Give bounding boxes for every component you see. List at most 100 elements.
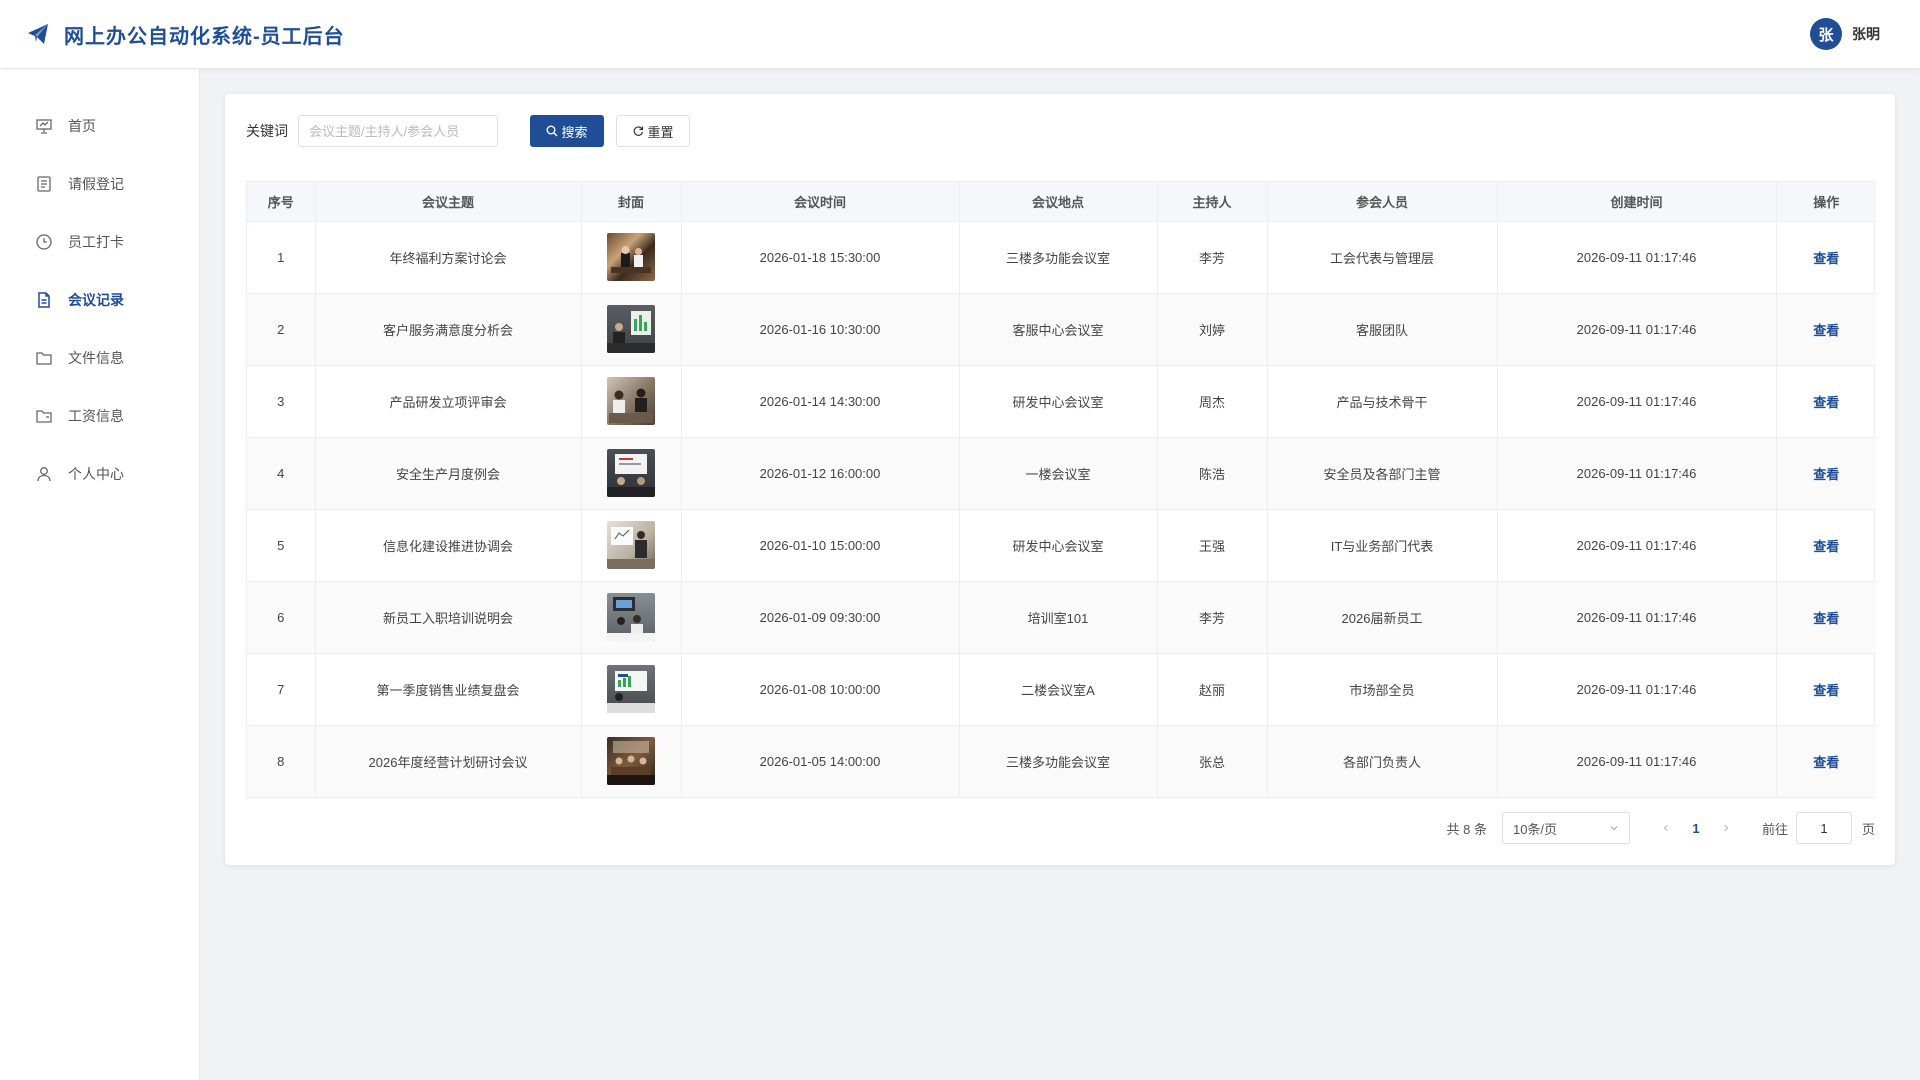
table-row: 5 信息化建设推进协调会 2026-01-10 15:00:00 研发中心会议室…	[247, 509, 1876, 582]
meeting-host: 周杰	[1157, 365, 1268, 438]
meeting-place: 一楼会议室	[959, 437, 1158, 510]
page-number[interactable]: 1	[1680, 821, 1712, 836]
meeting-time: 2026-01-18 15:30:00	[681, 221, 960, 294]
row-number: 3	[247, 365, 316, 438]
view-link[interactable]: 查看	[1813, 395, 1839, 410]
chevron-left-icon	[1663, 824, 1668, 832]
meeting-time: 2026-01-14 14:30:00	[681, 365, 960, 438]
meeting-cover-image	[607, 449, 655, 497]
folder-icon	[35, 349, 53, 367]
view-link[interactable]: 查看	[1813, 755, 1839, 770]
column-header: 主持人	[1157, 182, 1268, 222]
goto-label: 前往	[1761, 821, 1788, 837]
meeting-place: 客服中心会议室	[959, 293, 1158, 366]
meeting-attendees: IT与业务部门代表	[1267, 509, 1498, 582]
meeting-cover-image	[607, 665, 655, 713]
document-text-icon	[35, 291, 53, 309]
created-time: 2026-09-11 01:17:46	[1497, 221, 1777, 294]
folder-wallet-icon	[35, 407, 53, 425]
meeting-place: 培训室101	[959, 581, 1158, 654]
meeting-host: 赵丽	[1157, 653, 1268, 726]
sidebar-item-meetings[interactable]: 会议记录	[0, 271, 199, 329]
meeting-topic: 新员工入职培训说明会	[315, 581, 582, 654]
username[interactable]: 张明	[1852, 24, 1880, 44]
search-button[interactable]: 搜索	[530, 115, 604, 147]
prev-page-button[interactable]	[1652, 814, 1680, 842]
keyword-search-input[interactable]	[298, 115, 498, 147]
table-row: 2 客户服务满意度分析会 2026-01-16 10:30:00 客服中心会议室…	[247, 293, 1876, 366]
row-number: 1	[247, 221, 316, 294]
next-page-button[interactable]	[1712, 814, 1740, 842]
sidebar-item-label: 工资信息	[68, 408, 124, 424]
sidebar-item-clockin[interactable]: 员工打卡	[0, 213, 199, 271]
meeting-host: 王强	[1157, 509, 1268, 582]
sidebar-item-label: 员工打卡	[68, 234, 124, 250]
created-time: 2026-09-11 01:17:46	[1497, 581, 1777, 654]
view-link[interactable]: 查看	[1813, 539, 1839, 554]
column-header: 创建时间	[1497, 182, 1777, 222]
sidebar-item-leave[interactable]: 请假登记	[0, 155, 199, 213]
meeting-topic: 信息化建设推进协调会	[315, 509, 582, 582]
column-header: 序号	[247, 182, 316, 222]
sidebar-item-salary[interactable]: 工资信息	[0, 387, 199, 445]
table-header-row: 序号 会议主题 封面 会议时间 会议地点 主持人 参会人员 创建时间 操作	[247, 182, 1876, 222]
meeting-attendees: 各部门负责人	[1267, 725, 1498, 797]
sidebar-item-home[interactable]: 首页	[0, 97, 199, 155]
view-link[interactable]: 查看	[1813, 683, 1839, 698]
top-header: 网上办公自动化系统-员工后台 张 张明	[0, 0, 1920, 69]
search-icon	[546, 125, 558, 137]
sidebar-item-label: 首页	[68, 118, 96, 134]
sidebar-item-profile[interactable]: 个人中心	[0, 445, 199, 503]
sidebar-item-files[interactable]: 文件信息	[0, 329, 199, 387]
refresh-icon	[632, 125, 644, 137]
user-menu[interactable]: 张 张明	[1810, 18, 1880, 50]
brand: 网上办公自动化系统-员工后台	[26, 20, 345, 49]
document-icon	[35, 175, 53, 193]
page-size-select[interactable]: 10条/页	[1501, 812, 1630, 844]
meeting-topic: 产品研发立项评审会	[315, 365, 582, 438]
meeting-cover-image	[607, 737, 655, 786]
meeting-time: 2026-01-05 14:00:00	[681, 725, 960, 797]
view-link[interactable]: 查看	[1813, 251, 1839, 266]
table-row: 3 产品研发立项评审会 2026-01-14 14:30:00 研发中心会议室 …	[247, 365, 1876, 438]
meeting-cover-image	[607, 593, 655, 641]
meeting-time: 2026-01-12 16:00:00	[681, 437, 960, 510]
meeting-time: 2026-01-08 10:00:00	[681, 653, 960, 726]
column-header: 会议地点	[959, 182, 1158, 222]
table-row: 1 年终福利方案讨论会 2026-01-18 15:30:00 三楼多功能会议室…	[247, 221, 1876, 294]
column-header: 封面	[581, 182, 682, 222]
meeting-place: 三楼多功能会议室	[959, 221, 1158, 294]
goto-page-input[interactable]	[1795, 812, 1852, 844]
meeting-place: 研发中心会议室	[959, 365, 1158, 438]
table-row: 7 第一季度销售业绩复盘会 2026-01-08 10:00:00 二楼会议室A…	[247, 653, 1876, 726]
meeting-attendees: 客服团队	[1267, 293, 1498, 366]
meeting-host: 陈浩	[1157, 437, 1268, 510]
sidebar-item-label: 个人中心	[68, 466, 124, 482]
sidebar-item-label: 请假登记	[68, 176, 124, 192]
meeting-host: 刘婷	[1157, 293, 1268, 366]
meeting-place: 二楼会议室A	[959, 653, 1158, 726]
sidebar: 首页 请假登记 员工打卡 会议记录 文件信息 工资信息 个人中心	[0, 69, 200, 1080]
meeting-attendees: 安全员及各部门主管	[1267, 437, 1498, 510]
row-number: 7	[247, 653, 316, 726]
search-button-label: 搜索	[561, 124, 588, 140]
meeting-topic: 安全生产月度例会	[315, 437, 582, 510]
meeting-host: 李芳	[1157, 221, 1268, 294]
row-number: 6	[247, 581, 316, 654]
view-link[interactable]: 查看	[1813, 467, 1839, 482]
meeting-topic: 第一季度销售业绩复盘会	[315, 653, 582, 726]
avatar[interactable]: 张	[1810, 18, 1842, 50]
table-row: 6 新员工入职培训说明会 2026-01-09 09:30:00 培训室101 …	[247, 581, 1876, 654]
app-title: 网上办公自动化系统-员工后台	[64, 25, 345, 48]
view-link[interactable]: 查看	[1813, 323, 1839, 338]
meeting-cover-image	[607, 377, 655, 425]
created-time: 2026-09-11 01:17:46	[1497, 437, 1777, 510]
column-header: 参会人员	[1267, 182, 1498, 222]
sidebar-item-label: 文件信息	[68, 350, 124, 366]
reset-button[interactable]: 重置	[616, 115, 690, 147]
view-link[interactable]: 查看	[1813, 611, 1839, 626]
goto-suffix: 页	[1861, 821, 1875, 837]
row-number: 5	[247, 509, 316, 582]
meeting-cover-image	[607, 233, 655, 281]
created-time: 2026-09-11 01:17:46	[1497, 725, 1777, 797]
